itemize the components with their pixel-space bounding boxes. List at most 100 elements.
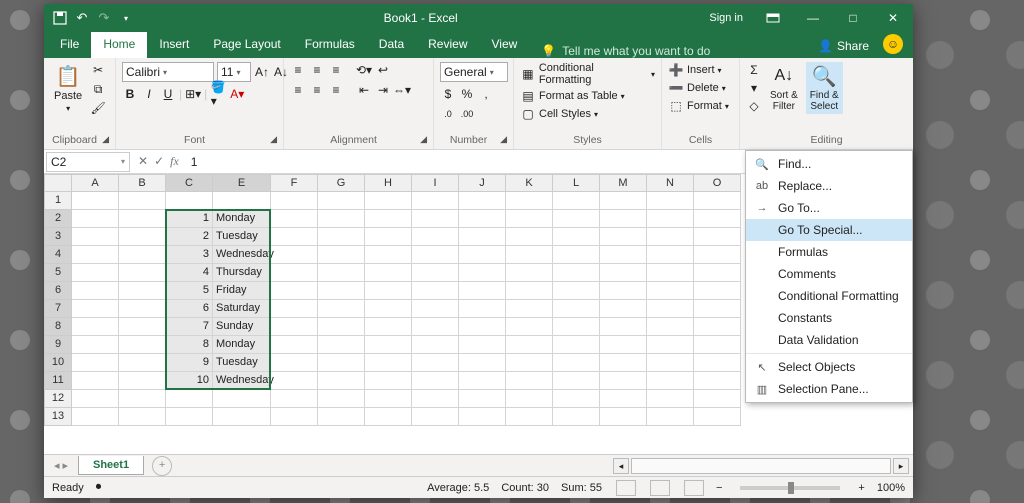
row-header-7[interactable]: 7 — [44, 300, 72, 318]
cell-J9[interactable] — [459, 336, 506, 354]
cell-G13[interactable] — [318, 408, 365, 426]
undo-icon[interactable]: ↶ — [74, 10, 90, 26]
cell-N7[interactable] — [647, 300, 694, 318]
cell-B3[interactable] — [119, 228, 166, 246]
col-header-I[interactable]: I — [412, 174, 459, 192]
cell-H2[interactable] — [365, 210, 412, 228]
bold-button[interactable]: B — [122, 86, 138, 102]
cell-I7[interactable] — [412, 300, 459, 318]
cell-E1[interactable] — [213, 192, 271, 210]
cell-B11[interactable] — [119, 372, 166, 390]
cell-I12[interactable] — [412, 390, 459, 408]
col-header-B[interactable]: B — [119, 174, 166, 192]
cell-B8[interactable] — [119, 318, 166, 336]
cell-M8[interactable] — [600, 318, 647, 336]
row-header-6[interactable]: 6 — [44, 282, 72, 300]
align-right-icon[interactable]: ≡ — [328, 82, 344, 98]
align-middle-icon[interactable]: ≡ — [309, 62, 325, 78]
cell-C2[interactable]: 1 — [166, 210, 213, 228]
decrease-decimal-icon[interactable]: .00 — [459, 106, 475, 122]
cell-C1[interactable] — [166, 192, 213, 210]
cell-K8[interactable] — [506, 318, 553, 336]
cell-F13[interactable] — [271, 408, 318, 426]
menu-comments[interactable]: Comments — [746, 263, 912, 285]
cell-I11[interactable] — [412, 372, 459, 390]
cell-B7[interactable] — [119, 300, 166, 318]
cell-B1[interactable] — [119, 192, 166, 210]
align-center-icon[interactable]: ≡ — [309, 82, 325, 98]
menu-data-validation[interactable]: Data Validation — [746, 329, 912, 351]
cell-L5[interactable] — [553, 264, 600, 282]
cell-L13[interactable] — [553, 408, 600, 426]
cell-O9[interactable] — [694, 336, 741, 354]
cell-C13[interactable] — [166, 408, 213, 426]
cell-G4[interactable] — [318, 246, 365, 264]
italic-button[interactable]: I — [141, 86, 157, 102]
cell-K10[interactable] — [506, 354, 553, 372]
cell-J11[interactable] — [459, 372, 506, 390]
cell-K13[interactable] — [506, 408, 553, 426]
cell-G1[interactable] — [318, 192, 365, 210]
cell-O10[interactable] — [694, 354, 741, 372]
cell-N6[interactable] — [647, 282, 694, 300]
cell-styles-button[interactable]: ▢Cell Styles▾ — [520, 106, 598, 122]
cell-O8[interactable] — [694, 318, 741, 336]
horizontal-scrollbar[interactable]: ◂ ▸ — [172, 458, 913, 474]
cell-G6[interactable] — [318, 282, 365, 300]
decrease-indent-icon[interactable]: ⇤ — [356, 82, 372, 98]
font-size-combo[interactable]: 11▾ — [217, 62, 251, 82]
cell-L10[interactable] — [553, 354, 600, 372]
cell-J5[interactable] — [459, 264, 506, 282]
wrap-text-icon[interactable]: ↩ — [375, 62, 391, 78]
tab-file[interactable]: File — [48, 32, 91, 58]
cell-F1[interactable] — [271, 192, 318, 210]
copy-icon[interactable]: ⧉ — [90, 81, 106, 97]
cell-A6[interactable] — [72, 282, 119, 300]
row-header-12[interactable]: 12 — [44, 390, 72, 408]
row-header-2[interactable]: 2 — [44, 210, 72, 228]
row-header-13[interactable]: 13 — [44, 408, 72, 426]
cell-A11[interactable] — [72, 372, 119, 390]
cell-B6[interactable] — [119, 282, 166, 300]
macro-record-icon[interactable]: ⏺ — [96, 481, 102, 494]
cell-G3[interactable] — [318, 228, 365, 246]
zoom-in-icon[interactable]: + — [858, 482, 864, 494]
align-bottom-icon[interactable]: ≡ — [328, 62, 344, 78]
cell-I9[interactable] — [412, 336, 459, 354]
cell-F6[interactable] — [271, 282, 318, 300]
cell-M12[interactable] — [600, 390, 647, 408]
cell-I5[interactable] — [412, 264, 459, 282]
cell-E12[interactable] — [213, 390, 271, 408]
tab-page-layout[interactable]: Page Layout — [201, 32, 292, 58]
cancel-formula-icon[interactable]: ✕ — [138, 154, 148, 169]
autosum-button[interactable]: Σ — [746, 62, 762, 78]
cell-I3[interactable] — [412, 228, 459, 246]
cell-J4[interactable] — [459, 246, 506, 264]
cell-N10[interactable] — [647, 354, 694, 372]
cell-L3[interactable] — [553, 228, 600, 246]
col-header-N[interactable]: N — [647, 174, 694, 192]
cell-G7[interactable] — [318, 300, 365, 318]
cell-A1[interactable] — [72, 192, 119, 210]
cell-E2[interactable]: Monday — [213, 210, 271, 228]
cell-C7[interactable]: 6 — [166, 300, 213, 318]
cell-F5[interactable] — [271, 264, 318, 282]
orientation-icon[interactable]: ⟲▾ — [356, 62, 372, 78]
cell-L2[interactable] — [553, 210, 600, 228]
cell-O3[interactable] — [694, 228, 741, 246]
cell-O11[interactable] — [694, 372, 741, 390]
tab-formulas[interactable]: Formulas — [293, 32, 367, 58]
percent-format-icon[interactable]: % — [459, 86, 475, 102]
enter-formula-icon[interactable]: ✓ — [154, 154, 164, 169]
cell-E9[interactable]: Monday — [213, 336, 271, 354]
row-header-3[interactable]: 3 — [44, 228, 72, 246]
sheet-nav[interactable]: ◂ ▸ — [44, 459, 78, 472]
name-box[interactable]: C2▾ — [46, 152, 130, 172]
cell-A2[interactable] — [72, 210, 119, 228]
format-as-table-button[interactable]: ▤Format as Table▾ — [520, 88, 625, 104]
cell-M10[interactable] — [600, 354, 647, 372]
col-header-O[interactable]: O — [694, 174, 741, 192]
save-icon[interactable] — [52, 10, 68, 26]
col-header-F[interactable]: F — [271, 174, 318, 192]
cell-C8[interactable]: 7 — [166, 318, 213, 336]
